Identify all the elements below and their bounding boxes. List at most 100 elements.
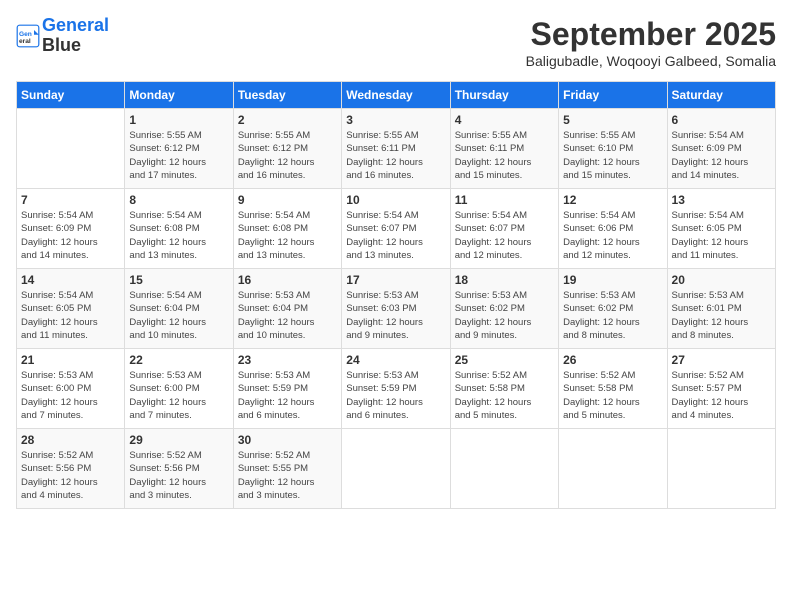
day-info: Sunrise: 5:52 AM Sunset: 5:56 PM Dayligh… — [21, 449, 120, 502]
day-info: Sunrise: 5:52 AM Sunset: 5:56 PM Dayligh… — [129, 449, 228, 502]
day-number: 6 — [672, 113, 771, 127]
calendar-cell: 30 Sunrise: 5:52 AM Sunset: 5:55 PM Dayli… — [233, 429, 341, 509]
calendar-cell: 21 Sunrise: 5:53 AM Sunset: 6:00 PM Dayli… — [17, 349, 125, 429]
calendar-cell: 1 Sunrise: 5:55 AM Sunset: 6:12 PM Daylig… — [125, 109, 233, 189]
day-number: 12 — [563, 193, 662, 207]
day-number: 25 — [455, 353, 554, 367]
day-number: 16 — [238, 273, 337, 287]
day-info: Sunrise: 5:55 AM Sunset: 6:11 PM Dayligh… — [346, 129, 445, 182]
day-info: Sunrise: 5:52 AM Sunset: 5:58 PM Dayligh… — [563, 369, 662, 422]
calendar-cell: 29 Sunrise: 5:52 AM Sunset: 5:56 PM Dayli… — [125, 429, 233, 509]
calendar-cell: 8Sunrise: 5:54 AM Sunset: 6:08 PM Daylig… — [125, 189, 233, 269]
calendar-cell: 3 Sunrise: 5:55 AM Sunset: 6:11 PM Daylig… — [342, 109, 450, 189]
day-number: 17 — [346, 273, 445, 287]
week-row-5: 28 Sunrise: 5:52 AM Sunset: 5:56 PM Dayli… — [17, 429, 776, 509]
day-info: Sunrise: 5:55 AM Sunset: 6:11 PM Dayligh… — [455, 129, 554, 182]
title-block: September 2025 Baligubadle, Woqooyi Galb… — [526, 16, 776, 69]
calendar-cell: 22 Sunrise: 5:53 AM Sunset: 6:00 PM Dayli… — [125, 349, 233, 429]
calendar-cell — [342, 429, 450, 509]
calendar-cell: 9Sunrise: 5:54 AM Sunset: 6:08 PM Daylig… — [233, 189, 341, 269]
day-info: Sunrise: 5:53 AM Sunset: 5:59 PM Dayligh… — [238, 369, 337, 422]
header-thursday: Thursday — [450, 82, 558, 109]
calendar-cell: 23 Sunrise: 5:53 AM Sunset: 5:59 PM Dayli… — [233, 349, 341, 429]
day-info: Sunrise: 5:54 AM Sunset: 6:08 PM Dayligh… — [129, 209, 228, 262]
subtitle: Baligubadle, Woqooyi Galbeed, Somalia — [526, 53, 776, 69]
calendar-cell: 17 Sunrise: 5:53 AM Sunset: 6:03 PM Dayli… — [342, 269, 450, 349]
day-number: 27 — [672, 353, 771, 367]
day-info: Sunrise: 5:54 AM Sunset: 6:06 PM Dayligh… — [563, 209, 662, 262]
calendar-cell: 24Sunrise: 5:53 AM Sunset: 5:59 PM Dayli… — [342, 349, 450, 429]
calendar-cell — [667, 429, 775, 509]
header-tuesday: Tuesday — [233, 82, 341, 109]
calendar-table: SundayMondayTuesdayWednesdayThursdayFrid… — [16, 81, 776, 509]
calendar-cell: 10Sunrise: 5:54 AM Sunset: 6:07 PM Dayli… — [342, 189, 450, 269]
calendar-cell: 16 Sunrise: 5:53 AM Sunset: 6:04 PM Dayli… — [233, 269, 341, 349]
day-info: Sunrise: 5:54 AM Sunset: 6:09 PM Dayligh… — [672, 129, 771, 182]
day-info: Sunrise: 5:53 AM Sunset: 6:01 PM Dayligh… — [672, 289, 771, 342]
calendar-cell: 4Sunrise: 5:55 AM Sunset: 6:11 PM Daylig… — [450, 109, 558, 189]
calendar-cell: 5Sunrise: 5:55 AM Sunset: 6:10 PM Daylig… — [559, 109, 667, 189]
day-number: 20 — [672, 273, 771, 287]
day-number: 28 — [21, 433, 120, 447]
calendar-cell: 27Sunrise: 5:52 AM Sunset: 5:57 PM Dayli… — [667, 349, 775, 429]
header-sunday: Sunday — [17, 82, 125, 109]
day-number: 2 — [238, 113, 337, 127]
day-info: Sunrise: 5:54 AM Sunset: 6:05 PM Dayligh… — [21, 289, 120, 342]
day-info: Sunrise: 5:54 AM Sunset: 6:07 PM Dayligh… — [346, 209, 445, 262]
day-number: 22 — [129, 353, 228, 367]
calendar-cell: 6 Sunrise: 5:54 AM Sunset: 6:09 PM Daylig… — [667, 109, 775, 189]
day-info: Sunrise: 5:54 AM Sunset: 6:09 PM Dayligh… — [21, 209, 120, 262]
calendar-cell: 12 Sunrise: 5:54 AM Sunset: 6:06 PM Dayli… — [559, 189, 667, 269]
page-header: Gen eral General Blue September 2025 Bal… — [16, 16, 776, 69]
calendar-cell: 13Sunrise: 5:54 AM Sunset: 6:05 PM Dayli… — [667, 189, 775, 269]
day-number: 21 — [21, 353, 120, 367]
header-monday: Monday — [125, 82, 233, 109]
calendar-cell: 18Sunrise: 5:53 AM Sunset: 6:02 PM Dayli… — [450, 269, 558, 349]
calendar-body: 1 Sunrise: 5:55 AM Sunset: 6:12 PM Daylig… — [17, 109, 776, 509]
day-info: Sunrise: 5:55 AM Sunset: 6:10 PM Dayligh… — [563, 129, 662, 182]
day-number: 29 — [129, 433, 228, 447]
day-info: Sunrise: 5:52 AM Sunset: 5:55 PM Dayligh… — [238, 449, 337, 502]
day-info: Sunrise: 5:55 AM Sunset: 6:12 PM Dayligh… — [129, 129, 228, 182]
day-number: 23 — [238, 353, 337, 367]
calendar-cell: 20 Sunrise: 5:53 AM Sunset: 6:01 PM Dayli… — [667, 269, 775, 349]
calendar-cell: 7 Sunrise: 5:54 AM Sunset: 6:09 PM Daylig… — [17, 189, 125, 269]
logo: Gen eral General Blue — [16, 16, 109, 56]
day-info: Sunrise: 5:54 AM Sunset: 6:07 PM Dayligh… — [455, 209, 554, 262]
svg-text:Gen: Gen — [19, 31, 32, 38]
day-number: 19 — [563, 273, 662, 287]
day-info: Sunrise: 5:53 AM Sunset: 6:00 PM Dayligh… — [21, 369, 120, 422]
day-number: 3 — [346, 113, 445, 127]
day-info: Sunrise: 5:53 AM Sunset: 6:02 PM Dayligh… — [455, 289, 554, 342]
day-number: 13 — [672, 193, 771, 207]
day-number: 1 — [129, 113, 228, 127]
day-info: Sunrise: 5:53 AM Sunset: 6:04 PM Dayligh… — [238, 289, 337, 342]
header-saturday: Saturday — [667, 82, 775, 109]
day-number: 30 — [238, 433, 337, 447]
calendar-cell: 2 Sunrise: 5:55 AM Sunset: 6:12 PM Daylig… — [233, 109, 341, 189]
week-row-2: 7 Sunrise: 5:54 AM Sunset: 6:09 PM Daylig… — [17, 189, 776, 269]
week-row-4: 21 Sunrise: 5:53 AM Sunset: 6:00 PM Dayli… — [17, 349, 776, 429]
week-row-1: 1 Sunrise: 5:55 AM Sunset: 6:12 PM Daylig… — [17, 109, 776, 189]
day-info: Sunrise: 5:53 AM Sunset: 5:59 PM Dayligh… — [346, 369, 445, 422]
day-info: Sunrise: 5:53 AM Sunset: 6:00 PM Dayligh… — [129, 369, 228, 422]
calendar-cell: 15Sunrise: 5:54 AM Sunset: 6:04 PM Dayli… — [125, 269, 233, 349]
month-title: September 2025 — [526, 16, 776, 53]
day-number: 26 — [563, 353, 662, 367]
day-number: 11 — [455, 193, 554, 207]
day-info: Sunrise: 5:53 AM Sunset: 6:02 PM Dayligh… — [563, 289, 662, 342]
day-info: Sunrise: 5:53 AM Sunset: 6:03 PM Dayligh… — [346, 289, 445, 342]
day-number: 7 — [21, 193, 120, 207]
calendar-cell: 26 Sunrise: 5:52 AM Sunset: 5:58 PM Dayli… — [559, 349, 667, 429]
week-row-3: 14Sunrise: 5:54 AM Sunset: 6:05 PM Dayli… — [17, 269, 776, 349]
calendar-header: SundayMondayTuesdayWednesdayThursdayFrid… — [17, 82, 776, 109]
calendar-cell: 25Sunrise: 5:52 AM Sunset: 5:58 PM Dayli… — [450, 349, 558, 429]
logo-icon: Gen eral — [16, 24, 40, 48]
calendar-cell: 28 Sunrise: 5:52 AM Sunset: 5:56 PM Dayli… — [17, 429, 125, 509]
calendar-cell: 14Sunrise: 5:54 AM Sunset: 6:05 PM Dayli… — [17, 269, 125, 349]
svg-text:eral: eral — [19, 38, 31, 45]
day-info: Sunrise: 5:54 AM Sunset: 6:08 PM Dayligh… — [238, 209, 337, 262]
calendar-cell: 19 Sunrise: 5:53 AM Sunset: 6:02 PM Dayli… — [559, 269, 667, 349]
day-info: Sunrise: 5:55 AM Sunset: 6:12 PM Dayligh… — [238, 129, 337, 182]
calendar-cell — [450, 429, 558, 509]
